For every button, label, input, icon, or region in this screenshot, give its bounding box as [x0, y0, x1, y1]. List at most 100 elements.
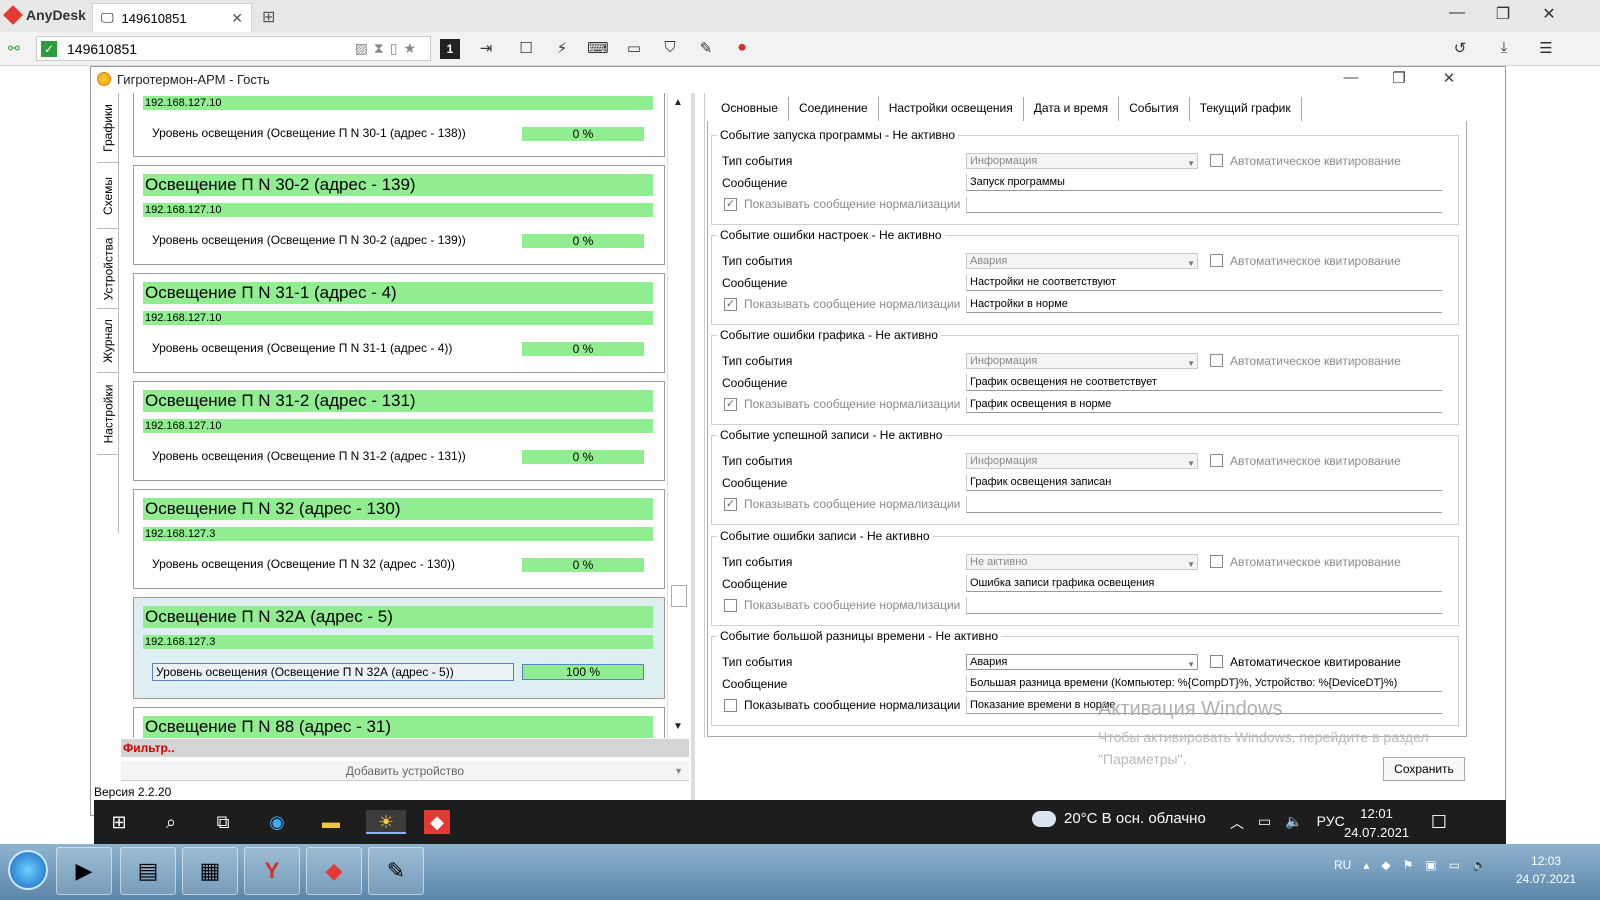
search-icon[interactable]: ⌕	[158, 810, 184, 834]
whiteboard-icon[interactable]: ✎	[694, 39, 718, 59]
event-type-select[interactable]: Информация ▼	[966, 353, 1198, 369]
auto-ack-checkbox[interactable]	[1210, 454, 1223, 467]
device-card[interactable]: Освещение П N 32 (адрес - 130) 192.168.1…	[133, 489, 665, 589]
show-normal-checkbox[interactable]: ✓	[724, 298, 737, 311]
message-input[interactable]: Ошибка записи графика освещения	[966, 575, 1442, 592]
filter-bar[interactable]: Фильтр..	[121, 739, 689, 757]
device-param-value[interactable]: 100 %	[522, 664, 644, 680]
weather-widget[interactable]: 20°C В осн. облачно	[1032, 810, 1206, 827]
yandex-browser-icon[interactable]: Y	[244, 847, 300, 895]
auto-ack-checkbox[interactable]	[1210, 154, 1223, 167]
side-nav-devices[interactable]: Устройства	[97, 229, 119, 309]
menu-icon[interactable]: ☰	[1534, 39, 1558, 59]
actions-icon[interactable]: ⚡	[550, 39, 574, 59]
app-minimize-button[interactable]: —	[1331, 69, 1371, 86]
tab-events[interactable]: События	[1119, 97, 1190, 121]
device-card[interactable]: Освещение П N 30-2 (адрес - 139) 192.168…	[133, 165, 665, 265]
event-type-select[interactable]: Авария ▼	[966, 253, 1198, 269]
show-normal-checkbox[interactable]: ✓	[724, 398, 737, 411]
message-input[interactable]: График освещения записан	[966, 474, 1442, 491]
restore-button[interactable]: ❐	[1488, 4, 1518, 24]
auto-ack-checkbox[interactable]	[1210, 555, 1223, 568]
volume-tray-icon[interactable]: 🔈	[1472, 858, 1487, 872]
network-tray-icon[interactable]: ▭	[1449, 858, 1460, 872]
explorer-icon[interactable]: ▤	[120, 847, 176, 895]
anydesk-taskbar-icon[interactable]: ◆	[424, 810, 450, 834]
file-explorer-icon[interactable]: ▬	[318, 810, 344, 834]
scroll-thumb[interactable]	[671, 585, 687, 607]
event-type-select[interactable]: Не активно ▼	[966, 554, 1198, 570]
auto-ack-checkbox[interactable]	[1210, 354, 1223, 367]
anydesk-session-tab[interactable]: 🖵 149610851 ✕	[92, 3, 252, 32]
chat-icon[interactable]: ☐	[514, 39, 538, 59]
task-view-icon[interactable]: ⧉	[210, 810, 236, 834]
device-card[interactable]: Освещение П N 31-2 (адрес - 131) 192.168…	[133, 381, 665, 481]
tab-main[interactable]: Основные	[711, 97, 789, 121]
show-normal-checkbox[interactable]	[724, 599, 737, 612]
permissions-icon[interactable]: ⛉	[658, 39, 682, 59]
auto-ack-checkbox[interactable]	[1210, 655, 1223, 668]
volume-icon[interactable]: 🔈	[1285, 813, 1302, 833]
tab-current-schedule[interactable]: Текущий график	[1190, 97, 1302, 121]
record-icon[interactable]: ⏺	[730, 39, 754, 59]
close-tab-icon[interactable]: ✕	[231, 10, 243, 27]
network-icon[interactable]: ▭	[1258, 813, 1271, 833]
app-close-button[interactable]: ✕	[1429, 69, 1469, 87]
anydesk-local-icon[interactable]: ◆	[306, 847, 362, 895]
windows-start-icon[interactable]: ⊞	[106, 810, 132, 834]
minimize-button[interactable]: —	[1442, 4, 1472, 22]
message-input[interactable]: Запуск программы	[966, 174, 1442, 191]
message-input[interactable]: Настройки не соответствуют	[966, 274, 1442, 291]
normal-message-input[interactable]	[966, 196, 1442, 213]
device-icon[interactable]: ▣	[1425, 858, 1436, 872]
normal-message-input[interactable]	[966, 496, 1442, 513]
history-icon[interactable]: ↺	[1448, 39, 1472, 59]
device-card[interactable]: Освещение П N 88 (адрес - 31)	[133, 707, 665, 738]
tab-connection[interactable]: Соединение	[789, 97, 879, 121]
close-button[interactable]: ✕	[1534, 4, 1564, 24]
display-icon[interactable]: ▭	[622, 39, 646, 59]
side-nav-journal[interactable]: Журнал	[97, 309, 119, 373]
scroll-down-icon[interactable]: ▼	[673, 721, 683, 732]
file-transfer-icon[interactable]: ⇥	[474, 39, 498, 59]
panel-splitter[interactable]	[691, 93, 695, 803]
device-param-label[interactable]: Уровень освещения (Освещение П N 32А (ад…	[152, 663, 514, 681]
network-folder-icon[interactable]: ▦	[182, 847, 238, 895]
normal-message-input[interactable]: Настройки в норме	[966, 296, 1442, 313]
side-nav-schemes[interactable]: Схемы	[97, 163, 119, 229]
media-player-icon[interactable]: ▶	[56, 847, 112, 895]
add-device-button[interactable]: Добавить устройство ▼	[121, 761, 689, 781]
address-bar[interactable]: ✓ 149610851 ▨⧗▯★	[36, 36, 431, 61]
keyboard-icon[interactable]: ⌨	[586, 39, 610, 59]
normal-message-input[interactable]: График освещения в норме	[966, 396, 1442, 413]
device-card[interactable]: 192.168.127.10 Уровень освещения (Освеще…	[133, 93, 665, 157]
remote-clock[interactable]: 12:01 24.07.2021	[1344, 804, 1409, 842]
show-normal-checkbox[interactable]: ✓	[724, 198, 737, 211]
notification-icon[interactable]: ☐	[1426, 810, 1452, 834]
address-actions-icons[interactable]: ▨⧗▯★	[355, 40, 422, 57]
display-select-button[interactable]: 1	[440, 39, 460, 59]
start-orb-icon[interactable]	[8, 850, 48, 890]
scroll-up-icon[interactable]: ▲	[673, 97, 683, 108]
language-indicator[interactable]: РУС	[1317, 813, 1345, 833]
device-card-selected[interactable]: Освещение П N 32А (адрес - 5) 192.168.12…	[133, 597, 665, 699]
auto-ack-checkbox[interactable]	[1210, 254, 1223, 267]
show-normal-checkbox[interactable]: ✓	[724, 498, 737, 511]
tab-date-time[interactable]: Дата и время	[1024, 97, 1120, 121]
side-nav-charts[interactable]: Графики	[97, 93, 119, 163]
new-tab-icon[interactable]: ⊞	[262, 7, 275, 27]
device-card[interactable]: Освещение П N 31-1 (адрес - 4) 192.168.1…	[133, 273, 665, 373]
paint-icon[interactable]: ✎	[368, 847, 424, 895]
tray-arrow-icon[interactable]: ▴	[1363, 858, 1369, 872]
tab-lighting-settings[interactable]: Настройки освещения	[879, 97, 1024, 121]
local-clock[interactable]: 12:03 24.07.2021	[1516, 852, 1576, 888]
device-list-scrollbar[interactable]: ▲ ▼	[667, 93, 689, 739]
event-type-select[interactable]: Информация ▼	[966, 453, 1198, 469]
app-taskbar-icon[interactable]: ☀	[366, 810, 406, 834]
edge-icon[interactable]: ◉	[264, 810, 290, 834]
app-restore-button[interactable]: ❐	[1379, 69, 1419, 87]
chevron-up-icon[interactable]: ︿	[1230, 813, 1244, 833]
flag-icon[interactable]: ⚑	[1403, 858, 1414, 872]
message-input[interactable]: Большая разница времени (Компьютер: %{Co…	[966, 675, 1442, 692]
show-normal-checkbox[interactable]	[724, 699, 737, 712]
